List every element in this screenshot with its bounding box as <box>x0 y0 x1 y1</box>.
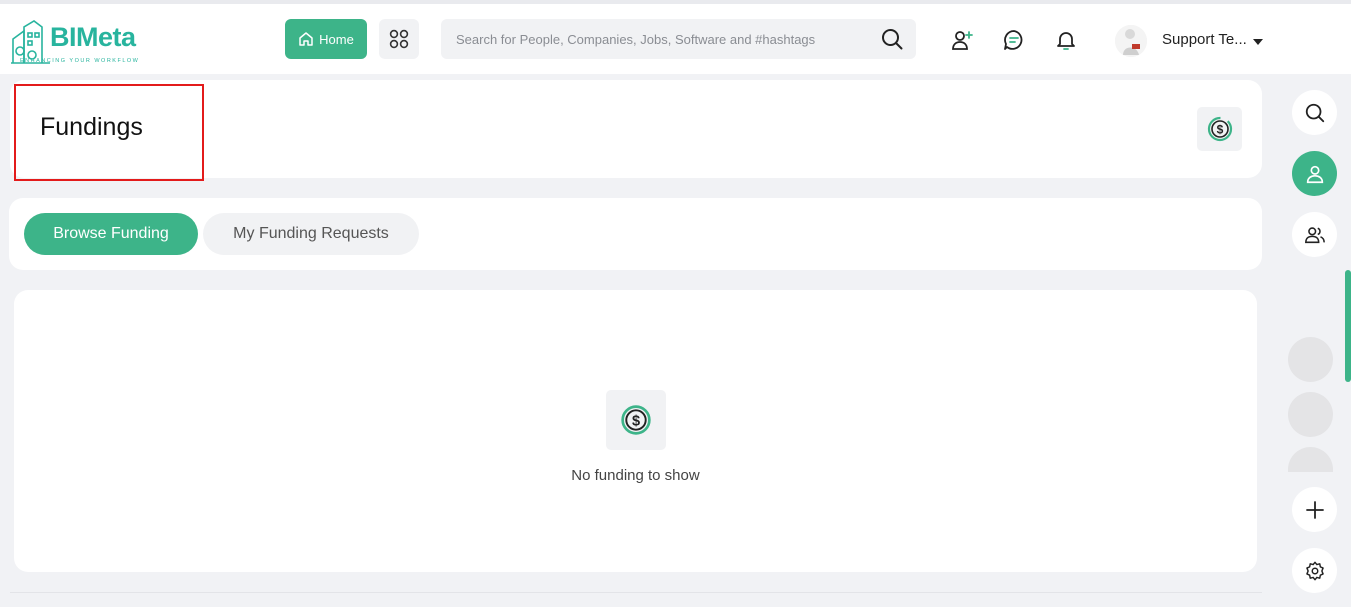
search-icon[interactable] <box>880 27 904 51</box>
home-button[interactable]: Home <box>285 19 367 59</box>
add-connection-button[interactable] <box>949 27 975 53</box>
gear-icon <box>1305 561 1324 580</box>
dollar-circle-icon: $ <box>1207 116 1232 142</box>
divider <box>10 592 1262 593</box>
loading-placeholder <box>1288 392 1333 437</box>
rail-settings-button[interactable] <box>1292 548 1337 593</box>
svg-text:$: $ <box>632 413 640 429</box>
scrollbar[interactable] <box>1345 270 1351 382</box>
tab-my-funding-requests[interactable]: My Funding Requests <box>203 213 419 255</box>
users-icon <box>1304 226 1325 243</box>
title-highlight-box <box>14 84 204 181</box>
tabs-card: Browse Funding My Funding Requests <box>9 198 1262 270</box>
user-icon <box>1306 165 1323 183</box>
tab-browse-funding[interactable]: Browse Funding <box>24 213 198 255</box>
rail-search-button[interactable] <box>1292 90 1337 135</box>
dollar-circle-icon: $ <box>621 405 651 435</box>
rail-profile-button[interactable] <box>1292 151 1337 196</box>
bell-icon <box>1057 32 1075 50</box>
top-navbar: BIMeta ENHANCING YOUR WORKFLOW Home Sear… <box>0 0 1351 74</box>
search-icon <box>1305 103 1324 122</box>
rail-connections-button[interactable] <box>1292 212 1337 257</box>
add-user-icon <box>952 31 973 50</box>
messages-button[interactable] <box>1001 27 1027 53</box>
plus-icon <box>1305 500 1324 519</box>
empty-state-text: No funding to show <box>571 467 700 484</box>
home-icon <box>299 32 313 46</box>
user-name[interactable]: Support Te... <box>1162 31 1247 48</box>
funding-icon-button[interactable]: $ <box>1197 107 1242 151</box>
home-label: Home <box>319 31 354 47</box>
rail-add-button[interactable] <box>1292 487 1337 532</box>
caret-down-icon[interactable] <box>1253 39 1263 45</box>
loading-placeholder <box>1288 447 1333 472</box>
avatar[interactable] <box>1115 25 1147 57</box>
apps-button[interactable] <box>379 19 419 59</box>
search-input[interactable] <box>441 19 871 59</box>
logo[interactable]: BIMeta ENHANCING YOUR WORKFLOW <box>10 16 160 68</box>
logo-text: BIMeta <box>50 22 136 52</box>
empty-state-icon-box: $ <box>606 390 666 450</box>
search-bar <box>441 19 916 59</box>
apps-icon <box>389 29 409 49</box>
logo-tagline: ENHANCING YOUR WORKFLOW <box>20 58 140 64</box>
avatar-image <box>1115 25 1147 57</box>
loading-placeholder <box>1288 337 1333 382</box>
funding-content-card: $ No funding to show <box>14 290 1257 572</box>
notifications-button[interactable] <box>1053 27 1079 53</box>
chat-icon <box>1004 30 1023 50</box>
svg-text:$: $ <box>1216 123 1223 137</box>
